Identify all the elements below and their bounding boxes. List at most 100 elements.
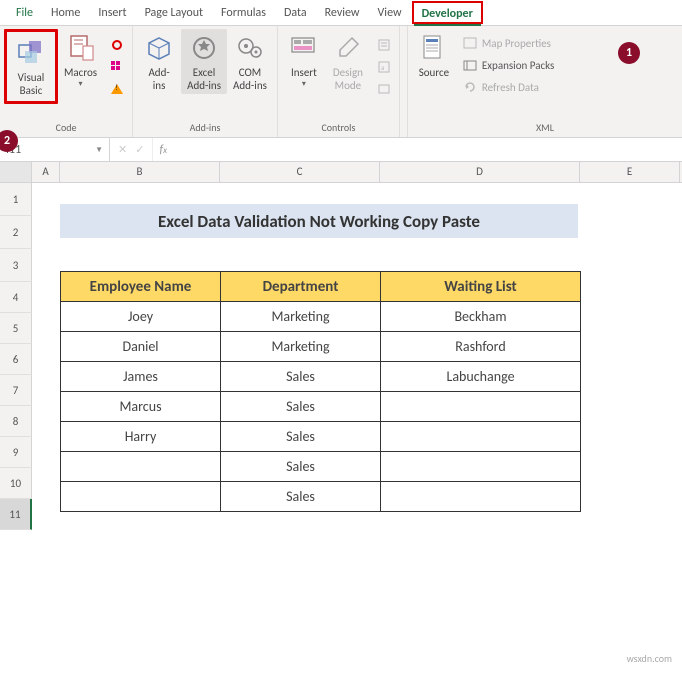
row-header[interactable]: 3: [0, 249, 32, 282]
row-header[interactable]: 4: [0, 282, 32, 313]
cell[interactable]: [580, 216, 680, 249]
header-employee-name[interactable]: Employee Name: [61, 272, 221, 302]
cell[interactable]: [32, 406, 60, 437]
macros-button[interactable]: Macros ▾: [58, 29, 103, 91]
table-cell[interactable]: [381, 422, 581, 452]
ribbon-group-code: Visual Basic Macros ▾: [0, 26, 133, 137]
macro-security-button[interactable]: [106, 79, 128, 99]
table-cell[interactable]: [61, 452, 221, 482]
tab-formulas[interactable]: Formulas: [213, 2, 274, 24]
tab-home[interactable]: Home: [43, 2, 88, 24]
cell[interactable]: [32, 249, 60, 282]
cell[interactable]: [32, 375, 60, 406]
table-cell[interactable]: Sales: [221, 422, 381, 452]
header-department[interactable]: Department: [221, 272, 381, 302]
cell[interactable]: [580, 282, 680, 313]
table-cell[interactable]: Rashford: [381, 332, 581, 362]
cell[interactable]: [580, 437, 680, 468]
run-dialog-button[interactable]: [373, 79, 395, 99]
col-header-a[interactable]: A: [32, 162, 60, 182]
select-all-corner[interactable]: [0, 162, 32, 182]
cell[interactable]: [580, 468, 680, 499]
fx-icon[interactable]: fx: [153, 143, 173, 157]
table-cell[interactable]: Harry: [61, 422, 221, 452]
use-relative-refs-button[interactable]: [106, 57, 128, 77]
cell[interactable]: [32, 183, 60, 216]
table-cell[interactable]: James: [61, 362, 221, 392]
design-mode-icon: [332, 32, 364, 64]
ribbon-group-controls: Insert ▾ Design Mode a Controls: [278, 26, 400, 137]
row-header[interactable]: 9: [0, 437, 32, 468]
visual-basic-button[interactable]: Visual Basic: [9, 34, 53, 99]
spreadsheet-grid: A B C D E 1234567891011 Excel Data Valid…: [0, 162, 682, 530]
row-header[interactable]: 7: [0, 375, 32, 406]
view-code-icon: a: [376, 59, 392, 75]
table-cell[interactable]: [61, 482, 221, 512]
row-header[interactable]: 10: [0, 468, 32, 499]
cell[interactable]: [32, 313, 60, 344]
addins-button[interactable]: Add- ins: [137, 29, 181, 94]
table-cell[interactable]: [381, 392, 581, 422]
tab-review[interactable]: Review: [317, 2, 368, 24]
cell[interactable]: [580, 499, 680, 530]
table-cell[interactable]: Labuchange: [381, 362, 581, 392]
properties-button[interactable]: [373, 35, 395, 55]
cell[interactable]: [32, 344, 60, 375]
com-addins-button[interactable]: COM Add-ins: [227, 29, 273, 94]
tab-file[interactable]: File: [8, 2, 41, 24]
cell[interactable]: [32, 282, 60, 313]
table-cell[interactable]: Marketing: [221, 302, 381, 332]
tab-insert[interactable]: Insert: [90, 2, 134, 24]
data-table: Employee Name Department Waiting List Jo…: [60, 271, 581, 512]
view-code-button[interactable]: a: [373, 57, 395, 77]
cell[interactable]: [32, 499, 60, 530]
table-cell[interactable]: Daniel: [61, 332, 221, 362]
design-mode-button[interactable]: Design Mode: [326, 29, 370, 94]
excel-addins-button[interactable]: Excel Add-ins: [181, 29, 227, 94]
table-cell[interactable]: Sales: [221, 452, 381, 482]
table-cell[interactable]: Joey: [61, 302, 221, 332]
row-header[interactable]: 8: [0, 406, 32, 437]
ribbon: Visual Basic Macros ▾: [0, 26, 682, 138]
expansion-packs-button[interactable]: Expansion Packs: [459, 55, 557, 75]
row-header[interactable]: 2: [0, 216, 32, 249]
table-cell[interactable]: Sales: [221, 392, 381, 422]
col-header-d[interactable]: D: [380, 162, 580, 182]
table-cell[interactable]: [381, 482, 581, 512]
cell[interactable]: [580, 183, 680, 216]
tab-strip: File Home Insert Page Layout Formulas Da…: [0, 0, 682, 26]
cell[interactable]: [580, 375, 680, 406]
table-cell[interactable]: Marketing: [221, 332, 381, 362]
source-button[interactable]: Source: [412, 29, 456, 81]
record-macro-button[interactable]: [106, 35, 128, 55]
cell[interactable]: [580, 249, 680, 282]
cell[interactable]: [32, 468, 60, 499]
col-header-b[interactable]: B: [60, 162, 220, 182]
col-header-c[interactable]: C: [220, 162, 380, 182]
col-header-e[interactable]: E: [580, 162, 680, 182]
row-header[interactable]: 6: [0, 344, 32, 375]
row-header[interactable]: 11: [0, 499, 32, 530]
cancel-icon[interactable]: ✕: [118, 143, 127, 156]
table-cell[interactable]: Marcus: [61, 392, 221, 422]
tab-data[interactable]: Data: [276, 2, 315, 24]
tab-developer[interactable]: Developer: [412, 1, 483, 24]
refresh-data-button[interactable]: Refresh Data: [459, 77, 557, 97]
header-waiting-list[interactable]: Waiting List: [381, 272, 581, 302]
table-cell[interactable]: Sales: [221, 482, 381, 512]
table-cell[interactable]: Beckham: [381, 302, 581, 332]
row-header[interactable]: 5: [0, 313, 32, 344]
cell[interactable]: [580, 406, 680, 437]
insert-controls-button[interactable]: Insert ▾: [282, 29, 326, 91]
cell[interactable]: [580, 344, 680, 375]
cell[interactable]: [32, 437, 60, 468]
enter-icon[interactable]: ✓: [135, 143, 144, 156]
table-cell[interactable]: Sales: [221, 362, 381, 392]
cell[interactable]: [580, 313, 680, 344]
row-header[interactable]: 1: [0, 183, 32, 216]
cell[interactable]: [32, 216, 60, 249]
tab-page-layout[interactable]: Page Layout: [137, 2, 211, 24]
tab-view[interactable]: View: [370, 2, 410, 24]
table-cell[interactable]: [381, 452, 581, 482]
map-properties-button[interactable]: Map Properties: [459, 33, 557, 53]
